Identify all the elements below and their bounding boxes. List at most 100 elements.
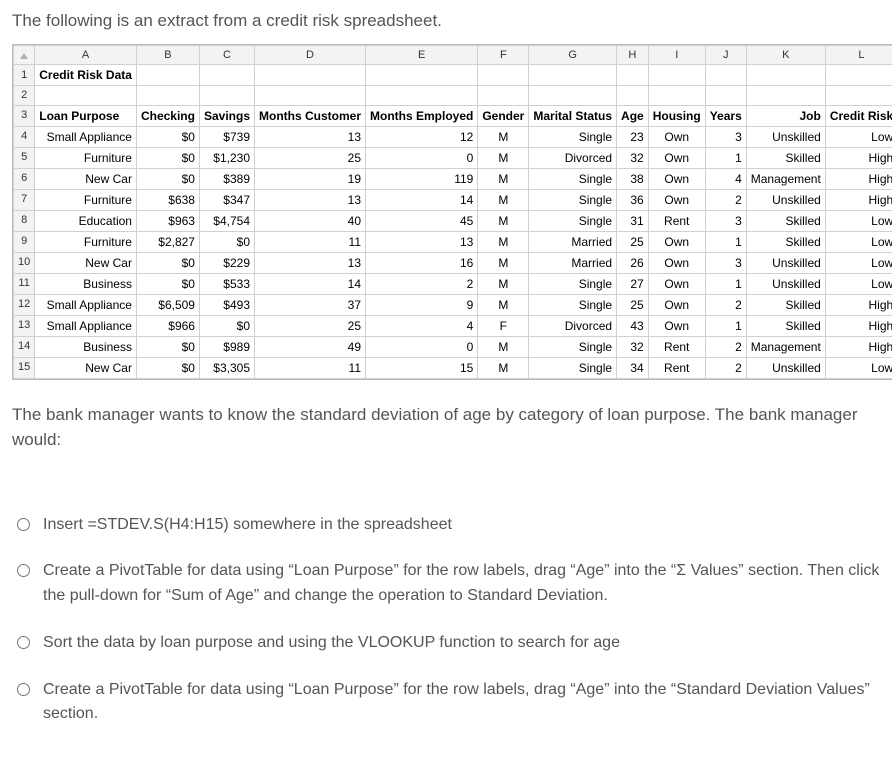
table-row: 8Education$963$4,7544045MSingle31Rent3Sk… xyxy=(14,210,892,231)
data-cell: Own xyxy=(648,147,705,168)
data-cell: Rent xyxy=(648,210,705,231)
answer-radio[interactable] xyxy=(17,636,30,649)
sheet-title-cell: Credit Risk Data xyxy=(35,65,137,86)
row-number: 2 xyxy=(14,86,35,106)
data-cell: $989 xyxy=(199,336,254,357)
data-cell: $0 xyxy=(199,231,254,252)
data-column-header: Marital Status xyxy=(529,105,617,126)
data-cell: Single xyxy=(529,273,617,294)
data-cell: Own xyxy=(648,231,705,252)
data-cell: Furniture xyxy=(35,147,137,168)
data-cell: M xyxy=(478,231,529,252)
data-cell: 1 xyxy=(705,147,746,168)
data-cell: Low xyxy=(825,252,892,273)
data-cell: 27 xyxy=(617,273,649,294)
answer-option[interactable]: Insert =STDEV.S(H4:H15) somewhere in the… xyxy=(12,513,880,538)
data-cell: Own xyxy=(648,315,705,336)
data-column-header: Job xyxy=(746,105,825,126)
data-cell: 3 xyxy=(705,210,746,231)
data-cell: $3,305 xyxy=(199,357,254,378)
answer-option[interactable]: Create a PivotTable for data using “Loan… xyxy=(12,559,880,609)
data-cell: 23 xyxy=(617,126,649,147)
data-cell: 0 xyxy=(366,147,478,168)
data-cell: Own xyxy=(648,252,705,273)
data-cell: Skilled xyxy=(746,147,825,168)
data-cell: Small Appliance xyxy=(35,294,137,315)
answer-option[interactable]: Sort the data by loan purpose and using … xyxy=(12,631,880,656)
table-row: 14Business$0$989490MSingle32Rent2Managem… xyxy=(14,336,892,357)
data-cell: 11 xyxy=(255,231,366,252)
question-intro: The following is an extract from a credi… xyxy=(12,8,880,34)
empty-cell xyxy=(255,65,366,86)
data-cell: 4 xyxy=(705,168,746,189)
row-number: 14 xyxy=(14,336,35,357)
data-cell: M xyxy=(478,189,529,210)
empty-cell xyxy=(705,65,746,86)
data-cell: 3 xyxy=(705,252,746,273)
row-number: 13 xyxy=(14,315,35,336)
data-cell: Unskilled xyxy=(746,126,825,147)
data-cell: $0 xyxy=(136,126,199,147)
column-header: A xyxy=(35,45,137,65)
data-cell: Single xyxy=(529,210,617,231)
data-cell: Low xyxy=(825,357,892,378)
data-cell: $0 xyxy=(136,147,199,168)
data-cell: $0 xyxy=(136,336,199,357)
column-header: F xyxy=(478,45,529,65)
data-cell: Small Appliance xyxy=(35,126,137,147)
data-cell: $493 xyxy=(199,294,254,315)
data-cell: 1 xyxy=(705,315,746,336)
table-row: 5Furniture$0$1,230250MDivorced32Own1Skil… xyxy=(14,147,892,168)
empty-cell xyxy=(825,86,892,106)
data-cell: Management xyxy=(746,336,825,357)
data-cell: Rent xyxy=(648,357,705,378)
data-cell: $963 xyxy=(136,210,199,231)
empty-cell xyxy=(478,65,529,86)
data-cell: High xyxy=(825,336,892,357)
row-number: 3 xyxy=(14,105,35,126)
data-cell: 2 xyxy=(705,357,746,378)
data-cell: 34 xyxy=(617,357,649,378)
column-header: C xyxy=(199,45,254,65)
row-number: 7 xyxy=(14,189,35,210)
empty-cell xyxy=(35,86,137,106)
empty-cell xyxy=(746,65,825,86)
data-cell: High xyxy=(825,294,892,315)
data-cell: Business xyxy=(35,273,137,294)
data-cell: 2 xyxy=(366,273,478,294)
answer-option-text: Sort the data by loan purpose and using … xyxy=(43,631,620,656)
data-cell: Low xyxy=(825,273,892,294)
answer-option[interactable]: Create a PivotTable for data using “Loan… xyxy=(12,678,880,728)
data-cell: 11 xyxy=(255,357,366,378)
empty-cell xyxy=(648,65,705,86)
data-cell: Divorced xyxy=(529,147,617,168)
empty-cell xyxy=(529,65,617,86)
row-number: 5 xyxy=(14,147,35,168)
answer-option-text: Create a PivotTable for data using “Loan… xyxy=(43,559,880,609)
data-cell: $229 xyxy=(199,252,254,273)
answer-radio[interactable] xyxy=(17,518,30,531)
data-cell: $0 xyxy=(136,273,199,294)
data-cell: 15 xyxy=(366,357,478,378)
data-cell: 32 xyxy=(617,147,649,168)
data-cell: Single xyxy=(529,189,617,210)
data-cell: $2,827 xyxy=(136,231,199,252)
data-column-header: Checking xyxy=(136,105,199,126)
column-header: E xyxy=(366,45,478,65)
data-cell: High xyxy=(825,168,892,189)
answer-radio[interactable] xyxy=(17,683,30,696)
answer-radio[interactable] xyxy=(17,564,30,577)
row-number: 12 xyxy=(14,294,35,315)
empty-cell xyxy=(617,86,649,106)
table-row: 15New Car$0$3,3051115MSingle34Rent2Unski… xyxy=(14,357,892,378)
data-column-header: Loan Purpose xyxy=(35,105,137,126)
data-cell: 31 xyxy=(617,210,649,231)
column-header: L xyxy=(825,45,892,65)
data-cell: Skilled xyxy=(746,231,825,252)
data-cell: 12 xyxy=(366,126,478,147)
data-cell: Single xyxy=(529,294,617,315)
data-cell: 43 xyxy=(617,315,649,336)
data-cell: Skilled xyxy=(746,294,825,315)
data-cell: Low xyxy=(825,210,892,231)
empty-cell xyxy=(199,86,254,106)
